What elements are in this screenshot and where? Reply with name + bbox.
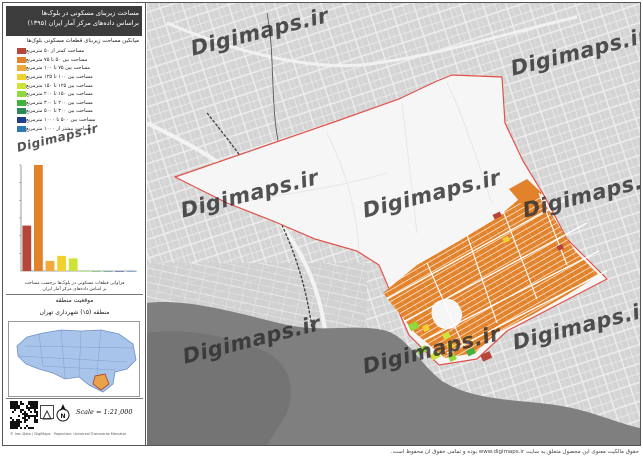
legend-title: میانگین مساحت زیربنای قطعات مسکونی بلوک‌… (26, 38, 139, 44)
legend-label: مساحت کمتر از ۵۰ مترمربع (26, 48, 85, 55)
legend-item: مساحت بین ۱۵۰ تا ۲۰۰ مترمربع (13, 90, 141, 99)
legend-label: مساحت بین ۲۰۰ تا ۳۰۰ مترمربع (26, 99, 93, 106)
chart-caption: فراوانی قطعات مسکونی در بلوک‌ها برحسب مس… (9, 281, 140, 293)
legend-label: مساحت بین ۱۰۰ تا ۱۲۵ مترمربع (26, 74, 93, 81)
chart-caption-line-2: بر اساس داده‌های مرکز آمار ایران (42, 287, 107, 292)
legend-item: مساحت بین ۵۰ تا ۷۵ مترمربع (13, 56, 141, 65)
chart-bar (91, 271, 101, 272)
legend-swatch (17, 65, 26, 72)
legend-swatch (17, 56, 26, 63)
panel-title: مساحت زیربنای مسکونی در بلوک‌ها براساس د… (6, 6, 142, 36)
legend-label: مساحت بین ۷۵ تا ۱۰۰ مترمربع (26, 65, 91, 72)
legend-swatch (17, 48, 26, 55)
district-title: منطقه (۱۵) شهرداری تهران (39, 309, 110, 316)
legend-label: مساحت بین ۵۰۰ تا ۱۰۰۰ مترمربع (26, 117, 96, 124)
legend-swatch (17, 117, 26, 124)
legend-panel: مساحت زیربنای مسکونی در بلوک‌ها براساس د… (3, 3, 146, 445)
legend-item: مساحت بین ۱۰۰ تا ۱۲۵ مترمربع (13, 73, 141, 82)
legend-swatch (17, 82, 26, 89)
credit-text: © Iran Data / DigiMaps · Projection: Uni… (10, 432, 127, 436)
chart-bar (45, 260, 55, 271)
legend-swatch (17, 99, 26, 106)
chart-bar (68, 258, 78, 271)
scale-text: Scale = 1:21,000 (76, 408, 133, 416)
legend-item: مساحت کمتر از ۵۰ مترمربع (13, 47, 141, 56)
legend-label: مساحت بین ۵۰ تا ۷۵ مترمربع (26, 56, 88, 63)
legend-label: مساحت بین ۱۲۵ تا ۱۵۰ مترمربع (26, 82, 93, 89)
legend-item: مساحت بین ۵۰۰ تا ۱۰۰۰ مترمربع (13, 116, 141, 125)
chart-bar (57, 255, 67, 271)
legend-label: مساحت بین ۳۰۰ تا ۵۰۰ مترمربع (26, 108, 93, 115)
publisher-logo-icon (40, 405, 54, 420)
legend-list: مساحت کمتر از ۵۰ مترمربع مساحت بین ۵۰ تا … (13, 47, 141, 133)
legend-swatch (17, 74, 26, 81)
panel-title-line-2: براساس داده‌های مرکز آمار ایران (۱۳۹۵) (27, 19, 139, 27)
chart-bar (80, 271, 90, 272)
area-histogram (19, 164, 137, 272)
qr-code-icon (10, 401, 38, 429)
chart-bar (33, 165, 43, 271)
legend-item: مساحت بین ۳۰۰ تا ۵۰۰ مترمربع (13, 107, 141, 116)
legend-swatch (17, 91, 26, 98)
map-canvas (147, 3, 640, 445)
location-title: موقعیت منطقه (55, 297, 94, 304)
north-arrow-icon: N (56, 404, 70, 422)
legend-swatch (17, 125, 26, 132)
chart-bar (126, 271, 136, 272)
legend-swatch (17, 108, 26, 115)
north-letter: N (60, 413, 65, 420)
legend-label: مساحت بین ۱۵۰ تا ۲۰۰ مترمربع (26, 91, 93, 98)
legend-item: مساحت بین ۱۲۵ تا ۱۵۰ مترمربع (13, 81, 141, 90)
panel-title-line-1: مساحت زیربنای مسکونی در بلوک‌ها (41, 9, 139, 17)
bottom-row: N Scale = 1:21,000 © Iran Data / DigiMap… (6, 399, 143, 437)
map-area[interactable]: Digimaps.ir Digimaps.ir Digimaps.ir Digi… (147, 3, 640, 445)
chart-bar (103, 271, 113, 272)
copyright-footer: حقوق مالکیت معنوی این محصول متعلق به سای… (390, 449, 639, 455)
chart-bar (115, 271, 125, 272)
legend-item: مساحت بین ۷۵ تا ۱۰۰ مترمربع (13, 64, 141, 73)
map-frame: مساحت زیربنای مسکونی در بلوک‌ها براساس د… (2, 2, 641, 446)
divider (6, 294, 143, 295)
legend-item: مساحت بین ۲۰۰ تا ۳۰۰ مترمربع (13, 99, 141, 108)
location-inset-map (8, 321, 140, 397)
chart-bar (22, 225, 32, 271)
tehran-outline (16, 329, 137, 393)
